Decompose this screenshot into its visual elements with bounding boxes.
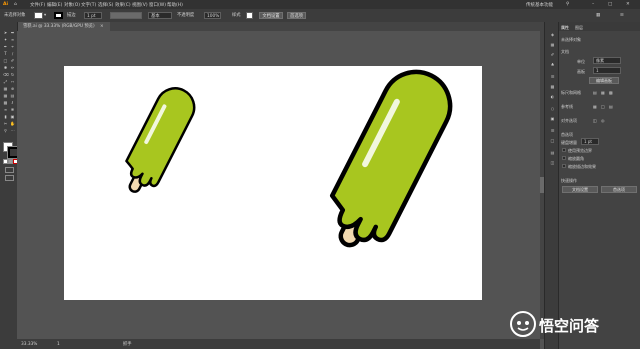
properties-panel: 属性 图层 未选择对象 文档 单位 像素 画板 1 编辑画板 标尺和网格 ▤ ▦… xyxy=(558,22,640,349)
swatches-panel-icon[interactable]: ▦ xyxy=(550,42,555,47)
scale-corners-checkbox[interactable] xyxy=(562,156,566,160)
artboard-select[interactable]: 1 xyxy=(593,67,621,74)
panel-document-setup-button[interactable]: 文档设置 xyxy=(562,186,598,193)
grid-icon[interactable]: ▦ xyxy=(601,90,605,95)
popsicle-small-group xyxy=(125,87,196,193)
scale-corners-label: 缩放圆角 xyxy=(568,156,584,161)
align-panel-icon[interactable]: ▤ xyxy=(550,150,555,155)
snap-grid-icon[interactable]: ◫ xyxy=(593,118,597,123)
scale-strokes-label: 缩放描边和效果 xyxy=(568,164,596,169)
preview-bounds-checkbox[interactable] xyxy=(562,148,566,152)
zoom-level[interactable]: 33.33% xyxy=(21,341,37,348)
popsicle-small-body xyxy=(125,87,196,188)
ruler-grid-label: 标尺和网格 xyxy=(561,90,581,95)
panel-icon-strip: ◈ ▦ ✐ ♣ ☰ ▩ ◐ ○ ▣ ☰ □ ▤ ◫ xyxy=(544,22,559,349)
pathfinder-panel-icon[interactable]: ◫ xyxy=(550,160,555,165)
graphic-styles-panel-icon[interactable]: ▣ xyxy=(550,116,555,121)
keyboard-increment-label: 键盘增量 xyxy=(561,140,577,145)
smart-guides-icon[interactable]: ▤ xyxy=(609,104,613,109)
watermark-text: 悟空问答 xyxy=(539,317,600,335)
panel-tab-bar xyxy=(559,22,640,31)
panel-preferences-button[interactable]: 首选项 xyxy=(601,186,637,193)
symbols-panel-icon[interactable]: ♣ xyxy=(550,62,555,67)
document-section-label: 文档 xyxy=(561,49,569,54)
unit-label: 单位 xyxy=(577,59,585,64)
align-options-label: 对齐选项 xyxy=(561,118,577,123)
artboards-panel-icon[interactable]: □ xyxy=(550,138,555,143)
popsicle-large-body xyxy=(329,69,453,243)
stroke-panel-icon[interactable]: ☰ xyxy=(550,74,555,79)
gradient-panel-icon[interactable]: ▩ xyxy=(550,84,555,89)
popsicle-large-group xyxy=(329,69,453,248)
show-guides-icon[interactable]: ▦ xyxy=(593,104,597,109)
tab-layers[interactable]: 图层 xyxy=(575,25,583,31)
scale-strokes-checkbox[interactable] xyxy=(562,164,566,168)
appearance-panel-icon[interactable]: ○ xyxy=(550,106,555,111)
lock-guides-icon[interactable]: □ xyxy=(601,104,605,109)
current-tool-label: 抓手 xyxy=(123,342,132,347)
pixel-grid-icon[interactable]: ▩ xyxy=(609,90,613,95)
keyboard-increment-input[interactable]: 1 pt xyxy=(581,138,599,145)
brushes-panel-icon[interactable]: ✐ xyxy=(550,52,555,57)
preview-bounds-label: 使用预览边界 xyxy=(568,148,592,153)
tab-properties[interactable]: 属性 xyxy=(561,25,569,31)
preferences-header: 首选项 xyxy=(561,132,573,137)
guides-label: 参考线 xyxy=(561,104,573,109)
artboard-label: 画板 xyxy=(577,69,585,74)
layers-panel-icon[interactable]: ☰ xyxy=(550,128,555,133)
snap-point-icon[interactable]: ◎ xyxy=(601,118,605,123)
transparency-panel-icon[interactable]: ◐ xyxy=(550,94,555,99)
wukong-logo-icon xyxy=(510,311,536,337)
ruler-icon[interactable]: ▤ xyxy=(593,90,597,95)
unit-select[interactable]: 像素 xyxy=(593,57,621,64)
quick-actions-label: 快速操作 xyxy=(561,178,577,183)
edit-artboard-button[interactable]: 编辑画板 xyxy=(589,77,619,84)
artboard-nav[interactable]: 1 xyxy=(57,341,60,348)
status-bar: 33.33% 1 抓手 xyxy=(17,339,540,349)
color-panel-icon[interactable]: ◈ xyxy=(550,32,555,37)
no-selection-label: 未选择对象 xyxy=(561,37,581,42)
